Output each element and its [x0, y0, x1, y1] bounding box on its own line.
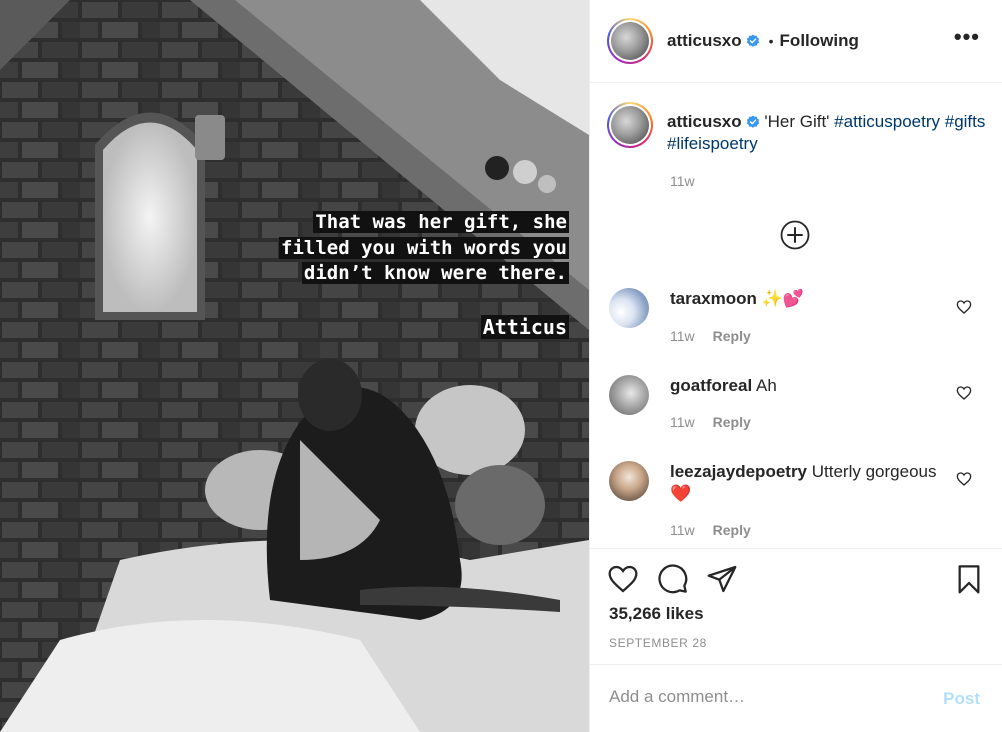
comment-username[interactable]: leezajaydepoetry — [670, 462, 807, 481]
comment-timestamp: 11w — [670, 328, 695, 344]
comment-like-heart-icon[interactable] — [956, 299, 972, 315]
photo-scene — [0, 0, 589, 732]
caption-avatar[interactable] — [607, 102, 653, 148]
quote-line: filled you with words you — [279, 236, 569, 259]
comment-like-heart-icon[interactable] — [956, 385, 972, 401]
comment-meta: 11w Reply — [670, 414, 751, 430]
post-date: SEPTEMBER 28 — [609, 636, 707, 650]
hashtag-link[interactable]: #gifts — [945, 112, 986, 131]
avatar[interactable] — [607, 18, 653, 64]
comment-text: Ah — [755, 376, 777, 395]
caption-text-block: atticusxo 'Her Gift' #atticuspoetry #gif… — [667, 111, 987, 155]
separator-dot: • — [768, 33, 774, 49]
following-button[interactable]: Following — [780, 31, 859, 51]
post-side-panel: atticusxo • Following ••• atticusxo 'Her… — [589, 0, 1002, 732]
save-bookmark-icon[interactable] — [953, 563, 985, 595]
reply-button[interactable]: Reply — [713, 328, 751, 344]
comment-meta: 11w Reply — [670, 328, 751, 344]
post-caption: atticusxo 'Her Gift' #atticuspoetry #gif… — [607, 102, 987, 189]
caption-timestamp: 11w — [670, 173, 695, 189]
quote-line: That was her gift, she — [313, 211, 569, 233]
comment-timestamp: 11w — [670, 522, 695, 538]
comment-bubble-icon[interactable] — [657, 563, 689, 595]
header-username[interactable]: atticusxo — [667, 31, 742, 51]
comment-avatar[interactable] — [609, 375, 649, 415]
reply-button[interactable]: Reply — [713, 414, 751, 430]
comment-timestamp: 11w — [670, 414, 695, 430]
comment-avatar[interactable] — [609, 461, 649, 501]
comment-username[interactable]: taraxmoon — [670, 289, 757, 308]
comment-body: goatforeal Ah — [670, 375, 940, 397]
comment-input[interactable] — [609, 687, 929, 707]
like-heart-icon[interactable] — [607, 563, 639, 595]
avatar-image — [611, 22, 649, 60]
load-more-comments-icon[interactable] — [780, 220, 810, 250]
comment-avatar[interactable] — [609, 288, 649, 328]
post-actions: 35,266 likes SEPTEMBER 28 — [590, 548, 1002, 664]
add-comment-bar: Post — [590, 664, 1002, 732]
comment-text: ✨💕 — [761, 289, 804, 308]
verified-badge-icon — [746, 34, 759, 47]
reply-button[interactable]: Reply — [713, 522, 751, 538]
verified-badge-icon — [746, 115, 759, 128]
hashtag-link[interactable]: #atticuspoetry — [834, 112, 940, 131]
quote-line: didn’t know were there. — [301, 262, 569, 284]
quote-author: Atticus — [480, 314, 569, 339]
comment-username[interactable]: goatforeal — [670, 376, 752, 395]
avatar-image — [611, 106, 649, 144]
comment-like-heart-icon[interactable] — [956, 471, 972, 487]
quote-overlay: That was her gift, she filled you with w… — [279, 210, 569, 340]
comment-meta: 11w Reply — [670, 522, 751, 538]
post-header: atticusxo • Following ••• — [590, 0, 1002, 83]
likes-count[interactable]: 35,266 likes — [609, 604, 704, 624]
caption-text: 'Her Gift' — [764, 112, 830, 131]
share-paper-plane-icon[interactable] — [706, 563, 738, 595]
hashtag-link[interactable]: #lifeispoetry — [667, 134, 758, 153]
comment-body: leezajaydepoetry Utterly gorgeous ❤️ — [670, 461, 940, 505]
caption-username[interactable]: atticusxo — [667, 112, 742, 131]
post-photo[interactable]: That was her gift, she filled you with w… — [0, 0, 589, 732]
comment-body: taraxmoon ✨💕 — [670, 288, 940, 310]
more-options-icon[interactable]: ••• — [954, 26, 980, 48]
post-comment-button[interactable]: Post — [943, 689, 980, 709]
